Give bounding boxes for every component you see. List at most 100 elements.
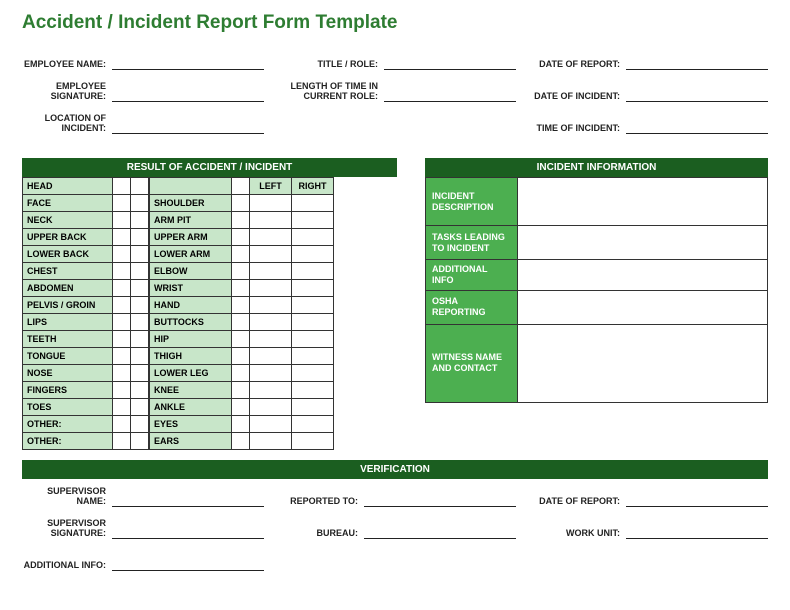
body-part-b-6-left[interactable] bbox=[250, 297, 292, 314]
body-part-b-7-chk[interactable] bbox=[232, 314, 250, 331]
body-part-a-9-chk2[interactable] bbox=[131, 331, 149, 348]
body-part-b-0-right[interactable] bbox=[292, 195, 334, 212]
body-part-b-11-right[interactable] bbox=[292, 382, 334, 399]
body-part-a-7-chk2[interactable] bbox=[131, 297, 149, 314]
body-part-b-0-left[interactable] bbox=[250, 195, 292, 212]
body-part-b-9-chk[interactable] bbox=[232, 348, 250, 365]
body-part-b-2-right[interactable] bbox=[292, 229, 334, 246]
body-part-b-12-right[interactable] bbox=[292, 399, 334, 416]
body-part-a-10-chk2[interactable] bbox=[131, 348, 149, 365]
body-part-a-0-chk1[interactable] bbox=[113, 178, 131, 195]
body-part-b-12-chk[interactable] bbox=[232, 399, 250, 416]
body-part-b-0-chk[interactable] bbox=[232, 195, 250, 212]
body-part-b-7-right[interactable] bbox=[292, 314, 334, 331]
field-work-unit[interactable] bbox=[626, 527, 768, 539]
body-part-a-4-chk2[interactable] bbox=[131, 246, 149, 263]
field-supervisor-signature[interactable] bbox=[112, 527, 264, 539]
body-part-a-13-chk1[interactable] bbox=[113, 399, 131, 416]
info-value-4[interactable] bbox=[518, 324, 768, 402]
body-part-b-9-right[interactable] bbox=[292, 348, 334, 365]
body-part-b-4-left[interactable] bbox=[250, 263, 292, 280]
body-part-a-4-chk1[interactable] bbox=[113, 246, 131, 263]
body-part-a-1-chk1[interactable] bbox=[113, 195, 131, 212]
body-part-b-7-left[interactable] bbox=[250, 314, 292, 331]
field-reported-to[interactable] bbox=[364, 495, 516, 507]
body-part-b-5-chk[interactable] bbox=[232, 280, 250, 297]
body-part-b-3-right[interactable] bbox=[292, 246, 334, 263]
body-part-a-9-chk1[interactable] bbox=[113, 331, 131, 348]
body-part-b-5-left[interactable] bbox=[250, 280, 292, 297]
body-part-a-3-chk2[interactable] bbox=[131, 229, 149, 246]
field-length-of-time[interactable] bbox=[384, 90, 516, 102]
body-part-b-8-right[interactable] bbox=[292, 331, 334, 348]
body-part-b-3-left[interactable] bbox=[250, 246, 292, 263]
body-part-a-8-chk2[interactable] bbox=[131, 314, 149, 331]
body-part-b-3-chk[interactable] bbox=[232, 246, 250, 263]
body-part-a-12-chk2[interactable] bbox=[131, 382, 149, 399]
body-part-a-14-chk1[interactable] bbox=[113, 416, 131, 433]
body-part-b-6-right[interactable] bbox=[292, 297, 334, 314]
body-part-b-1-right[interactable] bbox=[292, 212, 334, 229]
body-part-b-10-chk[interactable] bbox=[232, 365, 250, 382]
body-part-b-9-left[interactable] bbox=[250, 348, 292, 365]
field-employee-signature[interactable] bbox=[112, 90, 264, 102]
field-bureau[interactable] bbox=[364, 527, 516, 539]
info-value-0[interactable] bbox=[518, 178, 768, 226]
field-time-of-incident[interactable] bbox=[626, 122, 768, 134]
body-part-b-13-left[interactable] bbox=[250, 416, 292, 433]
body-part-a-5-chk2[interactable] bbox=[131, 263, 149, 280]
body-part-b-12-left[interactable] bbox=[250, 399, 292, 416]
body-part-b-1-chk[interactable] bbox=[232, 212, 250, 229]
body-part-a-11-chk1[interactable] bbox=[113, 365, 131, 382]
body-part-a-3-chk1[interactable] bbox=[113, 229, 131, 246]
body-part-b-10-right[interactable] bbox=[292, 365, 334, 382]
field-additional-info[interactable] bbox=[112, 559, 264, 571]
field-location-of-incident[interactable] bbox=[112, 122, 264, 134]
body-part-b-2-left[interactable] bbox=[250, 229, 292, 246]
body-part-a-15-chk1[interactable] bbox=[113, 433, 131, 450]
field-verif-date-of-report[interactable] bbox=[626, 495, 768, 507]
body-part-a-10-chk1[interactable] bbox=[113, 348, 131, 365]
body-part-b-14-right[interactable] bbox=[292, 433, 334, 450]
body-part-b-11-left[interactable] bbox=[250, 382, 292, 399]
body-part-a-15-chk2[interactable] bbox=[131, 433, 149, 450]
body-part-a-2-chk2[interactable] bbox=[131, 212, 149, 229]
body-part-b-6-chk[interactable] bbox=[232, 297, 250, 314]
body-part-a-11-chk2[interactable] bbox=[131, 365, 149, 382]
info-value-3[interactable] bbox=[518, 290, 768, 324]
body-part-a-14-chk2[interactable] bbox=[131, 416, 149, 433]
body-part-b-1-left[interactable] bbox=[250, 212, 292, 229]
body-part-b-13-chk[interactable] bbox=[232, 416, 250, 433]
field-title-role[interactable] bbox=[384, 58, 516, 70]
field-employee-name[interactable] bbox=[112, 58, 264, 70]
body-part-b-14-chk[interactable] bbox=[232, 433, 250, 450]
body-part-b-11-chk[interactable] bbox=[232, 382, 250, 399]
info-label-3: OSHA REPORTING bbox=[426, 290, 518, 324]
body-part-a-12-chk1[interactable] bbox=[113, 382, 131, 399]
field-supervisor-name[interactable] bbox=[112, 495, 264, 507]
body-part-a-2-chk1[interactable] bbox=[113, 212, 131, 229]
body-part-a-6-chk1[interactable] bbox=[113, 280, 131, 297]
body-part-a-13-chk2[interactable] bbox=[131, 399, 149, 416]
body-part-b-5-right[interactable] bbox=[292, 280, 334, 297]
body-part-b-13-right[interactable] bbox=[292, 416, 334, 433]
body-part-b-8: HIP bbox=[150, 331, 232, 348]
body-part-a-1-chk2[interactable] bbox=[131, 195, 149, 212]
body-part-b-2-chk[interactable] bbox=[232, 229, 250, 246]
body-part-a-0-chk2[interactable] bbox=[131, 178, 149, 195]
body-part-a-5-chk1[interactable] bbox=[113, 263, 131, 280]
field-date-of-incident[interactable] bbox=[626, 90, 768, 102]
body-part-b-8-chk[interactable] bbox=[232, 331, 250, 348]
info-value-1[interactable] bbox=[518, 226, 768, 260]
info-value-2[interactable] bbox=[518, 260, 768, 291]
label-supervisor-signature: SUPERVISOR SIGNATURE: bbox=[22, 519, 112, 539]
body-part-b-10-left[interactable] bbox=[250, 365, 292, 382]
body-part-b-4-right[interactable] bbox=[292, 263, 334, 280]
body-part-b-4-chk[interactable] bbox=[232, 263, 250, 280]
body-part-a-7-chk1[interactable] bbox=[113, 297, 131, 314]
body-part-b-8-left[interactable] bbox=[250, 331, 292, 348]
body-part-a-8-chk1[interactable] bbox=[113, 314, 131, 331]
body-part-a-6-chk2[interactable] bbox=[131, 280, 149, 297]
field-date-of-report[interactable] bbox=[626, 58, 768, 70]
body-part-b-14-left[interactable] bbox=[250, 433, 292, 450]
